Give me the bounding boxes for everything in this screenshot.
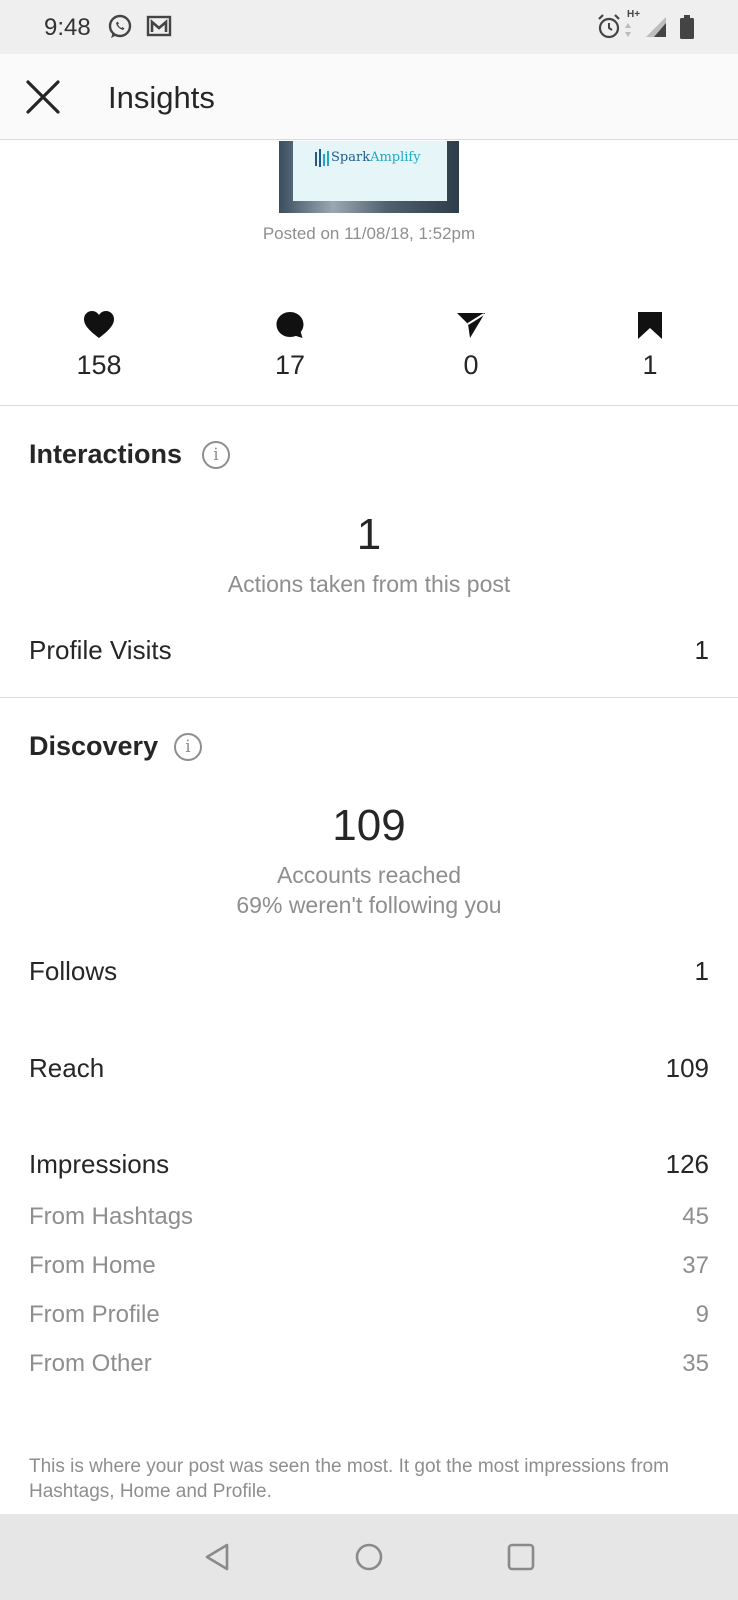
likes-count: 158 [76, 350, 122, 380]
from-hashtags-label: From Hashtags [29, 1203, 194, 1230]
close-icon [26, 80, 60, 114]
thumbnail-card: SparkAmplify [293, 141, 447, 201]
brand-name: Spark [331, 150, 371, 165]
back-button[interactable] [203, 1542, 233, 1577]
stat-likes: 158 [39, 310, 159, 381]
brand-name-accent: Amplify [370, 150, 421, 165]
battery-icon [680, 15, 694, 44]
interactions-title: Interactions [29, 439, 183, 469]
home-button[interactable] [354, 1542, 384, 1577]
bookmark-icon [638, 312, 662, 339]
navigation-bar [0, 1514, 738, 1600]
follows-value: 1 [694, 956, 709, 986]
profile-visits-label: Profile Visits [29, 635, 172, 665]
discovery-info-icon[interactable]: i [174, 733, 202, 761]
discovery-footnote: This is where your post was seen the mos… [29, 1456, 669, 1502]
data-arrows-icon [624, 22, 632, 43]
from-home-value: 37 [682, 1252, 709, 1279]
from-profile-label: From Profile [29, 1301, 160, 1328]
network-type: H+ [627, 9, 641, 20]
gmail-icon [146, 13, 172, 44]
status-time: 9:48 [44, 14, 91, 41]
back-triangle-icon [205, 1543, 229, 1571]
discovery-caption-followers: 69% weren't following you [236, 892, 502, 918]
comment-icon [276, 312, 304, 338]
shares-count: 0 [463, 350, 479, 380]
stat-comments: 17 [230, 310, 350, 381]
posted-date: Posted on 11/08/18, 1:52pm [262, 224, 476, 243]
profile-visits-value: 1 [694, 635, 709, 665]
alarm-icon [596, 13, 622, 46]
status-bar: 9:48 H+ [0, 0, 738, 54]
from-home-label: From Home [29, 1252, 156, 1279]
recents-button[interactable] [506, 1542, 536, 1577]
interactions-info-icon[interactable]: i [202, 441, 230, 469]
divider [0, 697, 738, 698]
signal-icon [644, 15, 668, 44]
divider [0, 405, 738, 406]
heart-icon [84, 311, 114, 338]
saves-count: 1 [642, 350, 658, 380]
discovery-total: 109 [332, 801, 406, 850]
from-hashtags-value: 45 [682, 1203, 709, 1230]
from-other-value: 35 [682, 1350, 709, 1377]
home-circle-icon [355, 1543, 383, 1571]
interactions-total: 1 [356, 510, 382, 559]
post-thumbnail[interactable]: SparkAmplify [279, 141, 459, 213]
close-button[interactable] [20, 74, 66, 120]
reach-label: Reach [29, 1053, 105, 1083]
discovery-title: Discovery [29, 731, 159, 761]
reach-value: 109 [665, 1053, 709, 1083]
page-title: Insights [108, 80, 215, 115]
share-icon [457, 313, 485, 338]
discovery-caption: Accounts reached [276, 862, 462, 888]
follows-label: Follows [29, 956, 118, 986]
brand-logo-text: SparkAmplify [331, 150, 421, 165]
stat-saves: 1 [590, 310, 710, 381]
comments-count: 17 [274, 350, 306, 380]
impressions-value: 126 [665, 1149, 709, 1179]
interactions-caption: Actions taken from this post [227, 571, 511, 597]
brand-logo-icon [315, 149, 329, 167]
stat-shares: 0 [411, 310, 531, 381]
from-profile-value: 9 [695, 1301, 709, 1328]
whatsapp-icon [106, 13, 134, 46]
app-bar: Insights [0, 54, 738, 140]
recents-square-icon [507, 1543, 535, 1571]
from-other-label: From Other [29, 1350, 152, 1377]
impressions-label: Impressions [29, 1149, 170, 1179]
